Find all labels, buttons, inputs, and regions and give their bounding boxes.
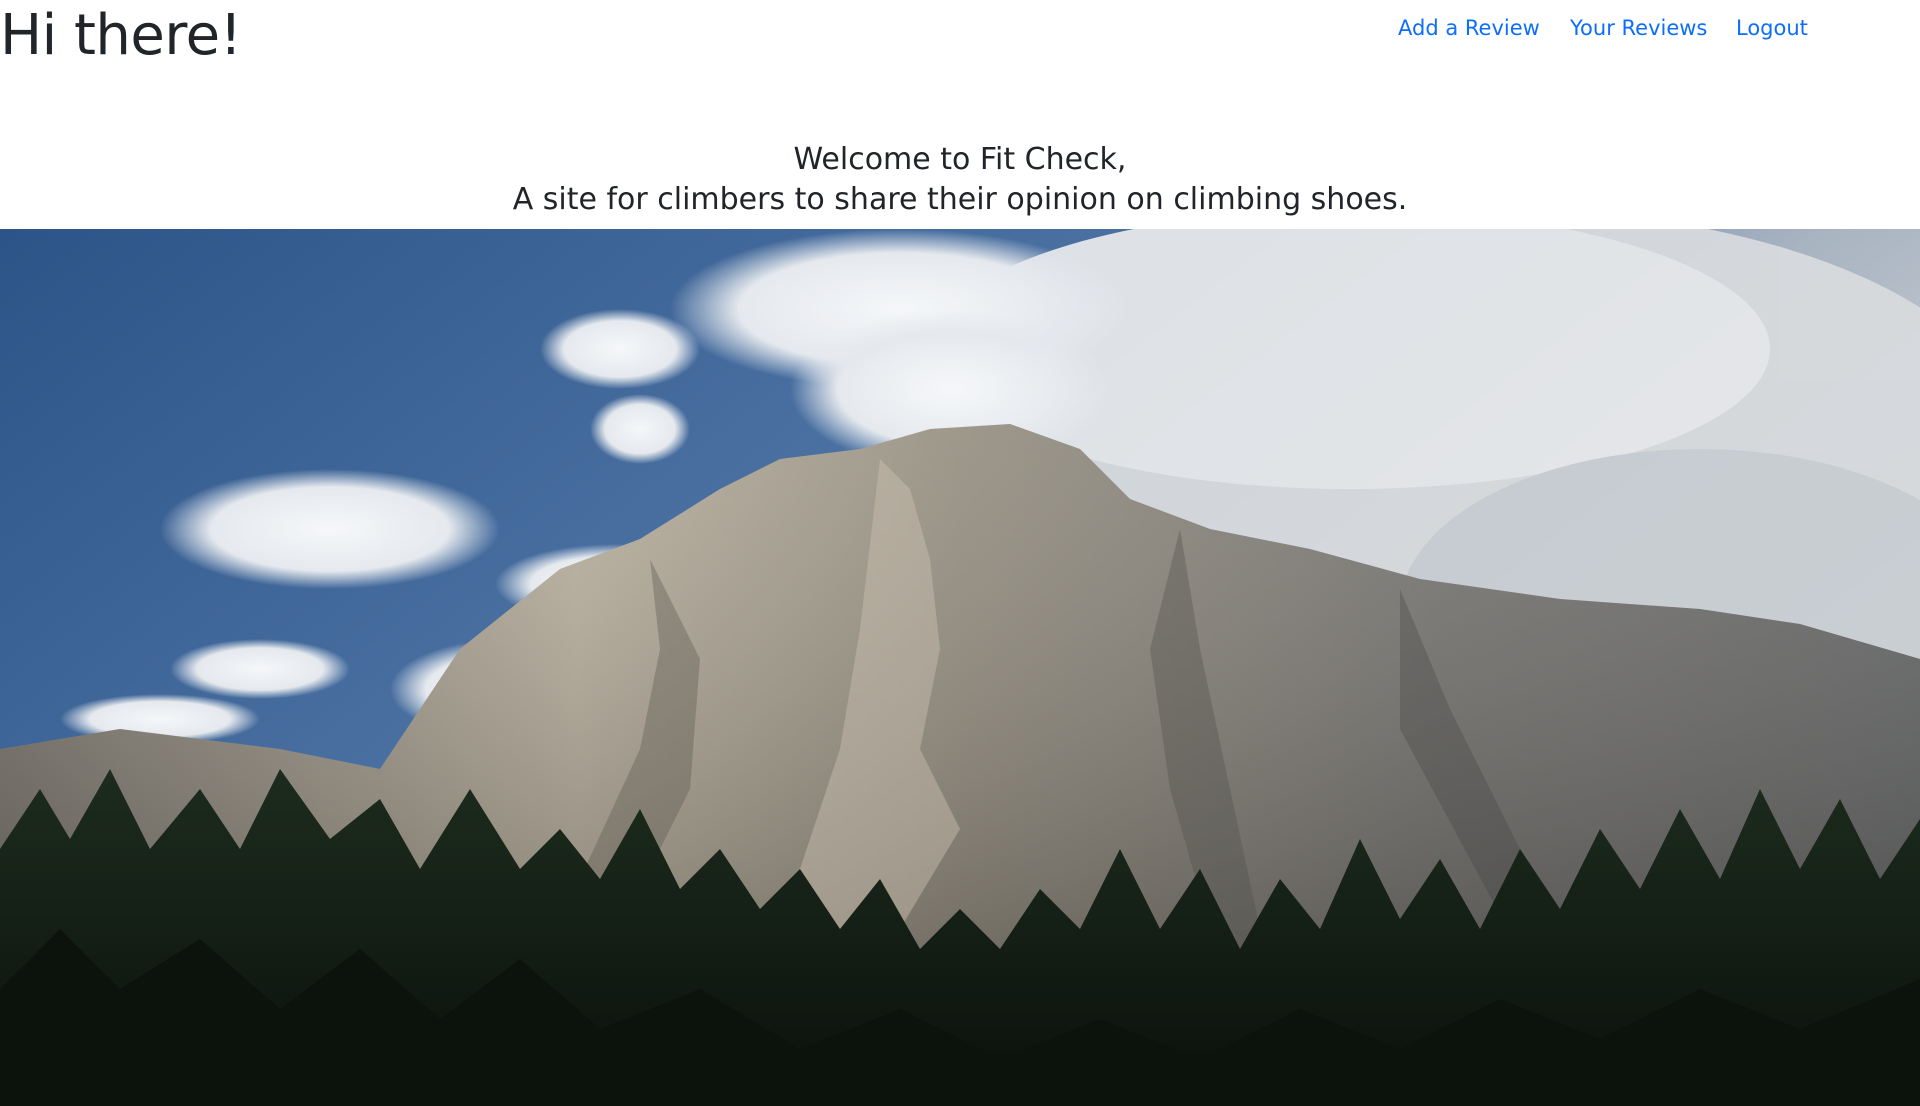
top-nav: Add a Review Your Reviews Logout: [0, 12, 1920, 44]
welcome-line-2: A site for climbers to share their opini…: [512, 182, 1408, 217]
hero-mountain-image: [0, 229, 1920, 1106]
mountain-landscape-illustration: [0, 229, 1920, 1106]
nav-logout-link[interactable]: Logout: [1736, 12, 1808, 44]
nav-your-reviews-link[interactable]: Your Reviews: [1570, 12, 1707, 44]
nav-add-review-link[interactable]: Add a Review: [1398, 12, 1540, 44]
welcome-line-1: Welcome to Fit Check,: [793, 142, 1127, 177]
welcome-message: Welcome to Fit Check, A site for climber…: [0, 140, 1920, 220]
